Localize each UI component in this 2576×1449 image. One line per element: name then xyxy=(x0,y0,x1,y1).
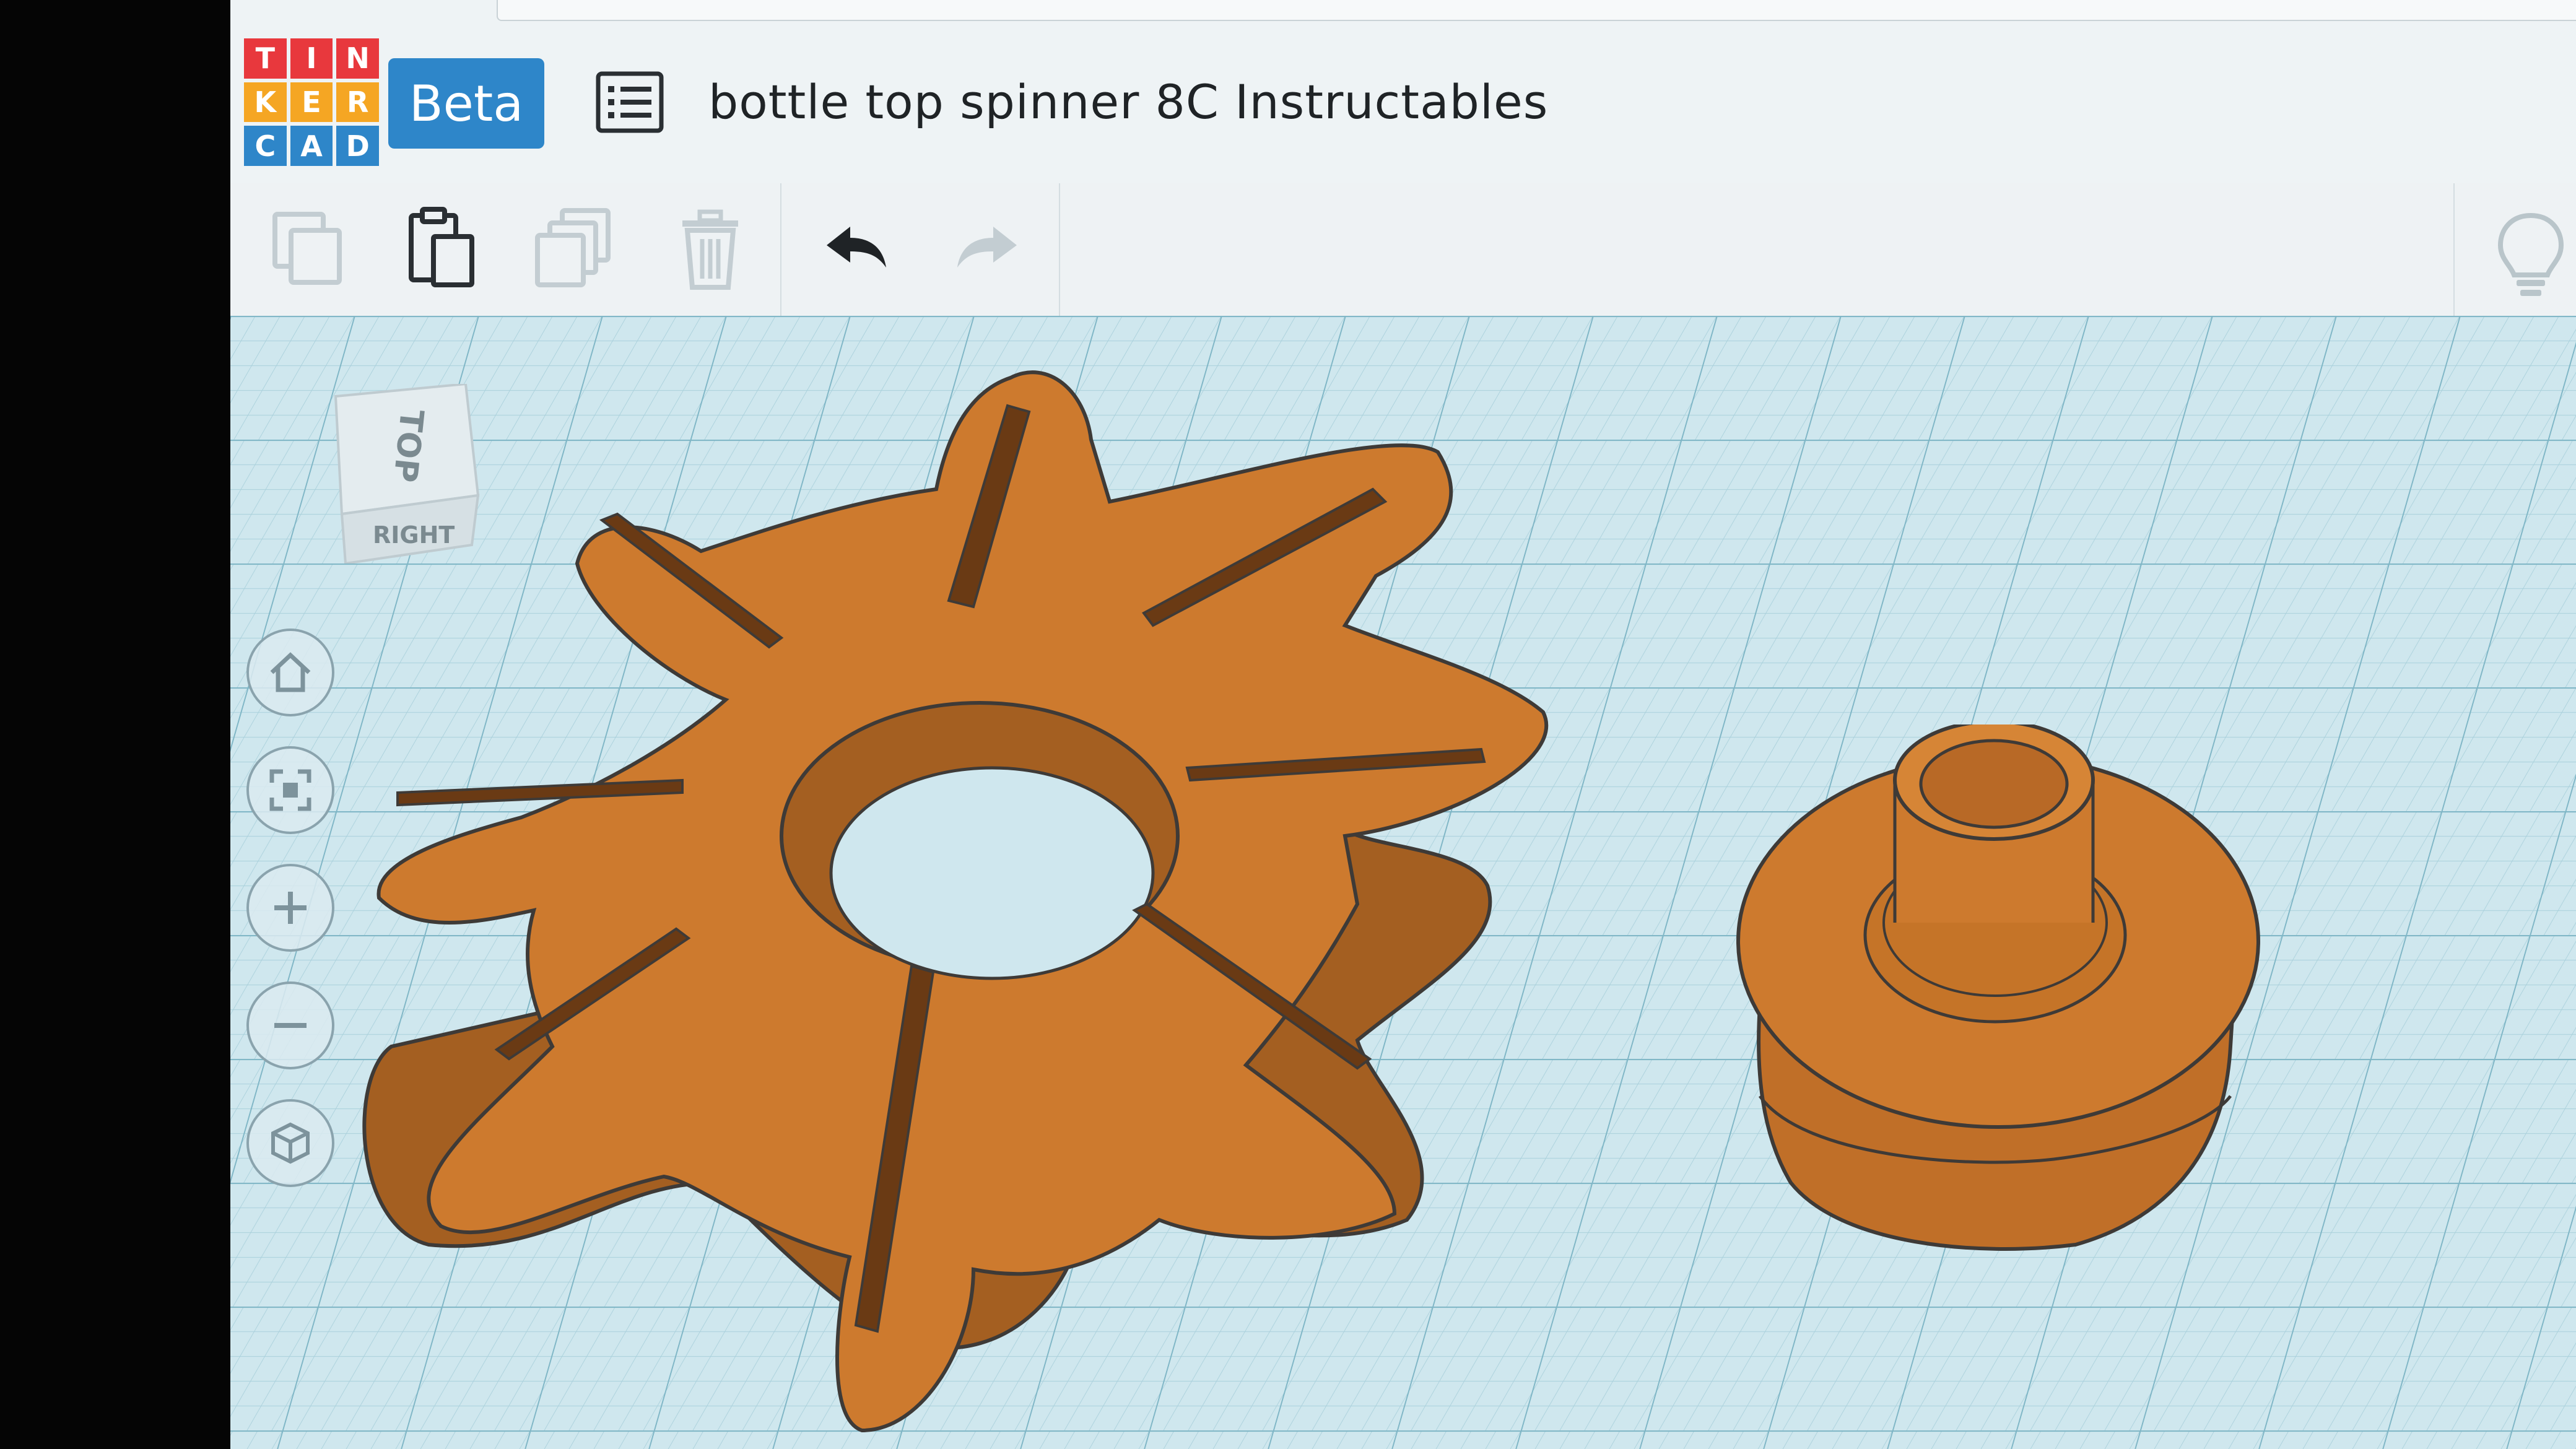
view-cube-top-label: TOP xyxy=(385,407,430,484)
workplane[interactable]: TOP RIGHT xyxy=(230,316,2576,1449)
perspective-button[interactable] xyxy=(246,1099,334,1187)
view-cube[interactable]: TOP RIGHT xyxy=(323,384,484,564)
toolbar-divider xyxy=(1059,183,1060,316)
tinkercad-logo[interactable]: T I N K E R C A D xyxy=(244,38,379,166)
zoom-out-button[interactable] xyxy=(246,981,334,1069)
perspective-icon xyxy=(271,1122,310,1164)
logo-letter: N xyxy=(336,38,379,79)
paste-icon xyxy=(409,207,474,287)
zoom-in-icon xyxy=(274,892,307,924)
browser-address-strip[interactable] xyxy=(497,0,2576,21)
redo-button[interactable] xyxy=(941,202,1034,295)
bottle-cap-shape[interactable] xyxy=(1717,724,2274,1344)
zoom-out-icon xyxy=(274,1023,307,1028)
home-view-button[interactable] xyxy=(246,629,334,716)
logo-letter: A xyxy=(290,126,333,166)
edit-toolbar xyxy=(230,183,2576,317)
undo-button[interactable] xyxy=(809,202,902,295)
beta-badge: Beta xyxy=(388,58,544,149)
copy-icon xyxy=(272,212,342,285)
zoom-in-button[interactable] xyxy=(246,864,334,952)
fit-view-button[interactable] xyxy=(246,746,334,834)
toolbar-divider xyxy=(2453,183,2455,316)
logo-letter: I xyxy=(290,38,333,79)
duplicate-button[interactable] xyxy=(526,202,619,295)
delete-button[interactable] xyxy=(664,202,757,295)
logo-letter: R xyxy=(336,82,379,123)
list-icon xyxy=(596,71,664,133)
app-header: T I N K E R C A D Beta bottle top spinne… xyxy=(230,0,2576,185)
logo-letter: D xyxy=(336,126,379,166)
toolbar-divider xyxy=(780,183,781,316)
design-title[interactable]: bottle top spinner 8C Instructables xyxy=(708,74,1548,129)
copy-button[interactable] xyxy=(261,202,354,295)
logo-letter: K xyxy=(244,82,287,123)
undo-icon xyxy=(827,227,886,268)
redo-icon xyxy=(957,227,1017,268)
logo-letter: T xyxy=(244,38,287,79)
logo-letter: E xyxy=(290,82,333,123)
home-icon xyxy=(270,652,311,692)
trash-icon xyxy=(682,209,738,290)
lightbulb-icon xyxy=(2497,212,2564,296)
paste-button[interactable] xyxy=(393,202,485,295)
fit-icon xyxy=(269,769,311,811)
design-list-button[interactable] xyxy=(596,71,664,133)
logo-letter: C xyxy=(244,126,287,166)
view-cube-right-label: RIGHT xyxy=(373,521,455,549)
tips-button[interactable] xyxy=(2491,208,2571,301)
duplicate-icon xyxy=(535,208,611,287)
tinkercad-screen: T I N K E R C A D Beta bottle top spinne… xyxy=(230,0,2576,1449)
